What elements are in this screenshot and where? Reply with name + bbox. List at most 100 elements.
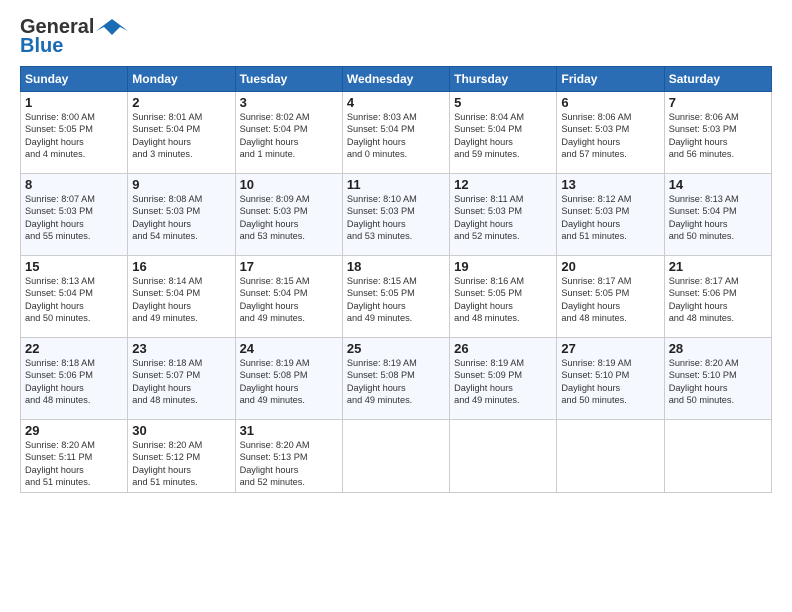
calendar-cell: 19 Sunrise: 8:16 AM Sunset: 5:05 PM Dayl… — [450, 256, 557, 338]
day-number: 6 — [561, 95, 659, 110]
calendar-cell: 31 Sunrise: 8:20 AM Sunset: 5:13 PM Dayl… — [235, 420, 342, 493]
day-info: Sunrise: 8:14 AM Sunset: 5:04 PM Dayligh… — [132, 275, 230, 325]
day-number: 24 — [240, 341, 338, 356]
calendar-cell: 22 Sunrise: 8:18 AM Sunset: 5:06 PM Dayl… — [21, 338, 128, 420]
page: General Blue SundayMondayTuesdayWednesda… — [0, 0, 792, 612]
calendar-cell — [450, 420, 557, 493]
day-info: Sunrise: 8:15 AM Sunset: 5:05 PM Dayligh… — [347, 275, 445, 325]
calendar-cell: 26 Sunrise: 8:19 AM Sunset: 5:09 PM Dayl… — [450, 338, 557, 420]
calendar-cell: 7 Sunrise: 8:06 AM Sunset: 5:03 PM Dayli… — [664, 92, 771, 174]
day-number: 25 — [347, 341, 445, 356]
calendar-cell: 17 Sunrise: 8:15 AM Sunset: 5:04 PM Dayl… — [235, 256, 342, 338]
col-header-sunday: Sunday — [21, 67, 128, 92]
col-header-tuesday: Tuesday — [235, 67, 342, 92]
calendar-cell: 16 Sunrise: 8:14 AM Sunset: 5:04 PM Dayl… — [128, 256, 235, 338]
day-info: Sunrise: 8:04 AM Sunset: 5:04 PM Dayligh… — [454, 111, 552, 161]
calendar-cell: 9 Sunrise: 8:08 AM Sunset: 5:03 PM Dayli… — [128, 174, 235, 256]
day-number: 5 — [454, 95, 552, 110]
day-number: 12 — [454, 177, 552, 192]
day-info: Sunrise: 8:10 AM Sunset: 5:03 PM Dayligh… — [347, 193, 445, 243]
day-number: 23 — [132, 341, 230, 356]
logo: General Blue — [20, 16, 128, 58]
calendar-cell: 28 Sunrise: 8:20 AM Sunset: 5:10 PM Dayl… — [664, 338, 771, 420]
day-info: Sunrise: 8:13 AM Sunset: 5:04 PM Dayligh… — [25, 275, 123, 325]
day-info: Sunrise: 8:17 AM Sunset: 5:06 PM Dayligh… — [669, 275, 767, 325]
logo-bird-icon — [96, 17, 128, 39]
day-info: Sunrise: 8:12 AM Sunset: 5:03 PM Dayligh… — [561, 193, 659, 243]
day-info: Sunrise: 8:19 AM Sunset: 5:08 PM Dayligh… — [240, 357, 338, 407]
day-number: 2 — [132, 95, 230, 110]
calendar-cell: 20 Sunrise: 8:17 AM Sunset: 5:05 PM Dayl… — [557, 256, 664, 338]
calendar-cell — [557, 420, 664, 493]
day-number: 9 — [132, 177, 230, 192]
day-info: Sunrise: 8:08 AM Sunset: 5:03 PM Dayligh… — [132, 193, 230, 243]
day-info: Sunrise: 8:06 AM Sunset: 5:03 PM Dayligh… — [669, 111, 767, 161]
calendar-cell: 24 Sunrise: 8:19 AM Sunset: 5:08 PM Dayl… — [235, 338, 342, 420]
day-number: 15 — [25, 259, 123, 274]
day-number: 28 — [669, 341, 767, 356]
day-info: Sunrise: 8:20 AM Sunset: 5:11 PM Dayligh… — [25, 439, 123, 489]
day-number: 4 — [347, 95, 445, 110]
calendar-cell: 5 Sunrise: 8:04 AM Sunset: 5:04 PM Dayli… — [450, 92, 557, 174]
col-header-monday: Monday — [128, 67, 235, 92]
day-info: Sunrise: 8:18 AM Sunset: 5:07 PM Dayligh… — [132, 357, 230, 407]
day-info: Sunrise: 8:19 AM Sunset: 5:10 PM Dayligh… — [561, 357, 659, 407]
calendar-cell: 10 Sunrise: 8:09 AM Sunset: 5:03 PM Dayl… — [235, 174, 342, 256]
day-info: Sunrise: 8:09 AM Sunset: 5:03 PM Dayligh… — [240, 193, 338, 243]
col-header-friday: Friday — [557, 67, 664, 92]
calendar-cell: 18 Sunrise: 8:15 AM Sunset: 5:05 PM Dayl… — [342, 256, 449, 338]
calendar-cell: 15 Sunrise: 8:13 AM Sunset: 5:04 PM Dayl… — [21, 256, 128, 338]
day-info: Sunrise: 8:19 AM Sunset: 5:09 PM Dayligh… — [454, 357, 552, 407]
calendar-cell: 25 Sunrise: 8:19 AM Sunset: 5:08 PM Dayl… — [342, 338, 449, 420]
calendar-cell: 23 Sunrise: 8:18 AM Sunset: 5:07 PM Dayl… — [128, 338, 235, 420]
day-info: Sunrise: 8:11 AM Sunset: 5:03 PM Dayligh… — [454, 193, 552, 243]
day-number: 3 — [240, 95, 338, 110]
day-number: 18 — [347, 259, 445, 274]
day-info: Sunrise: 8:03 AM Sunset: 5:04 PM Dayligh… — [347, 111, 445, 161]
calendar-cell: 13 Sunrise: 8:12 AM Sunset: 5:03 PM Dayl… — [557, 174, 664, 256]
day-info: Sunrise: 8:13 AM Sunset: 5:04 PM Dayligh… — [669, 193, 767, 243]
calendar-cell: 11 Sunrise: 8:10 AM Sunset: 5:03 PM Dayl… — [342, 174, 449, 256]
day-number: 11 — [347, 177, 445, 192]
day-number: 13 — [561, 177, 659, 192]
col-header-thursday: Thursday — [450, 67, 557, 92]
day-info: Sunrise: 8:07 AM Sunset: 5:03 PM Dayligh… — [25, 193, 123, 243]
day-number: 17 — [240, 259, 338, 274]
day-number: 1 — [25, 95, 123, 110]
day-info: Sunrise: 8:00 AM Sunset: 5:05 PM Dayligh… — [25, 111, 123, 161]
day-number: 19 — [454, 259, 552, 274]
calendar-cell: 4 Sunrise: 8:03 AM Sunset: 5:04 PM Dayli… — [342, 92, 449, 174]
calendar-cell: 30 Sunrise: 8:20 AM Sunset: 5:12 PM Dayl… — [128, 420, 235, 493]
day-number: 16 — [132, 259, 230, 274]
day-info: Sunrise: 8:01 AM Sunset: 5:04 PM Dayligh… — [132, 111, 230, 161]
day-number: 22 — [25, 341, 123, 356]
day-info: Sunrise: 8:16 AM Sunset: 5:05 PM Dayligh… — [454, 275, 552, 325]
calendar-cell: 21 Sunrise: 8:17 AM Sunset: 5:06 PM Dayl… — [664, 256, 771, 338]
calendar-cell: 8 Sunrise: 8:07 AM Sunset: 5:03 PM Dayli… — [21, 174, 128, 256]
day-info: Sunrise: 8:20 AM Sunset: 5:10 PM Dayligh… — [669, 357, 767, 407]
col-header-wednesday: Wednesday — [342, 67, 449, 92]
header: General Blue — [20, 16, 772, 58]
day-info: Sunrise: 8:20 AM Sunset: 5:13 PM Dayligh… — [240, 439, 338, 489]
calendar-table: SundayMondayTuesdayWednesdayThursdayFrid… — [20, 66, 772, 493]
calendar-cell: 27 Sunrise: 8:19 AM Sunset: 5:10 PM Dayl… — [557, 338, 664, 420]
logo-blue: Blue — [20, 35, 63, 58]
day-number: 8 — [25, 177, 123, 192]
day-number: 14 — [669, 177, 767, 192]
day-info: Sunrise: 8:17 AM Sunset: 5:05 PM Dayligh… — [561, 275, 659, 325]
day-number: 27 — [561, 341, 659, 356]
day-info: Sunrise: 8:19 AM Sunset: 5:08 PM Dayligh… — [347, 357, 445, 407]
day-info: Sunrise: 8:20 AM Sunset: 5:12 PM Dayligh… — [132, 439, 230, 489]
day-number: 10 — [240, 177, 338, 192]
calendar-cell: 14 Sunrise: 8:13 AM Sunset: 5:04 PM Dayl… — [664, 174, 771, 256]
day-number: 30 — [132, 423, 230, 438]
day-number: 29 — [25, 423, 123, 438]
day-number: 31 — [240, 423, 338, 438]
day-number: 26 — [454, 341, 552, 356]
calendar-cell: 2 Sunrise: 8:01 AM Sunset: 5:04 PM Dayli… — [128, 92, 235, 174]
calendar-header-row: SundayMondayTuesdayWednesdayThursdayFrid… — [21, 67, 772, 92]
day-number: 20 — [561, 259, 659, 274]
calendar-cell — [342, 420, 449, 493]
calendar-cell — [664, 420, 771, 493]
calendar-cell: 29 Sunrise: 8:20 AM Sunset: 5:11 PM Dayl… — [21, 420, 128, 493]
